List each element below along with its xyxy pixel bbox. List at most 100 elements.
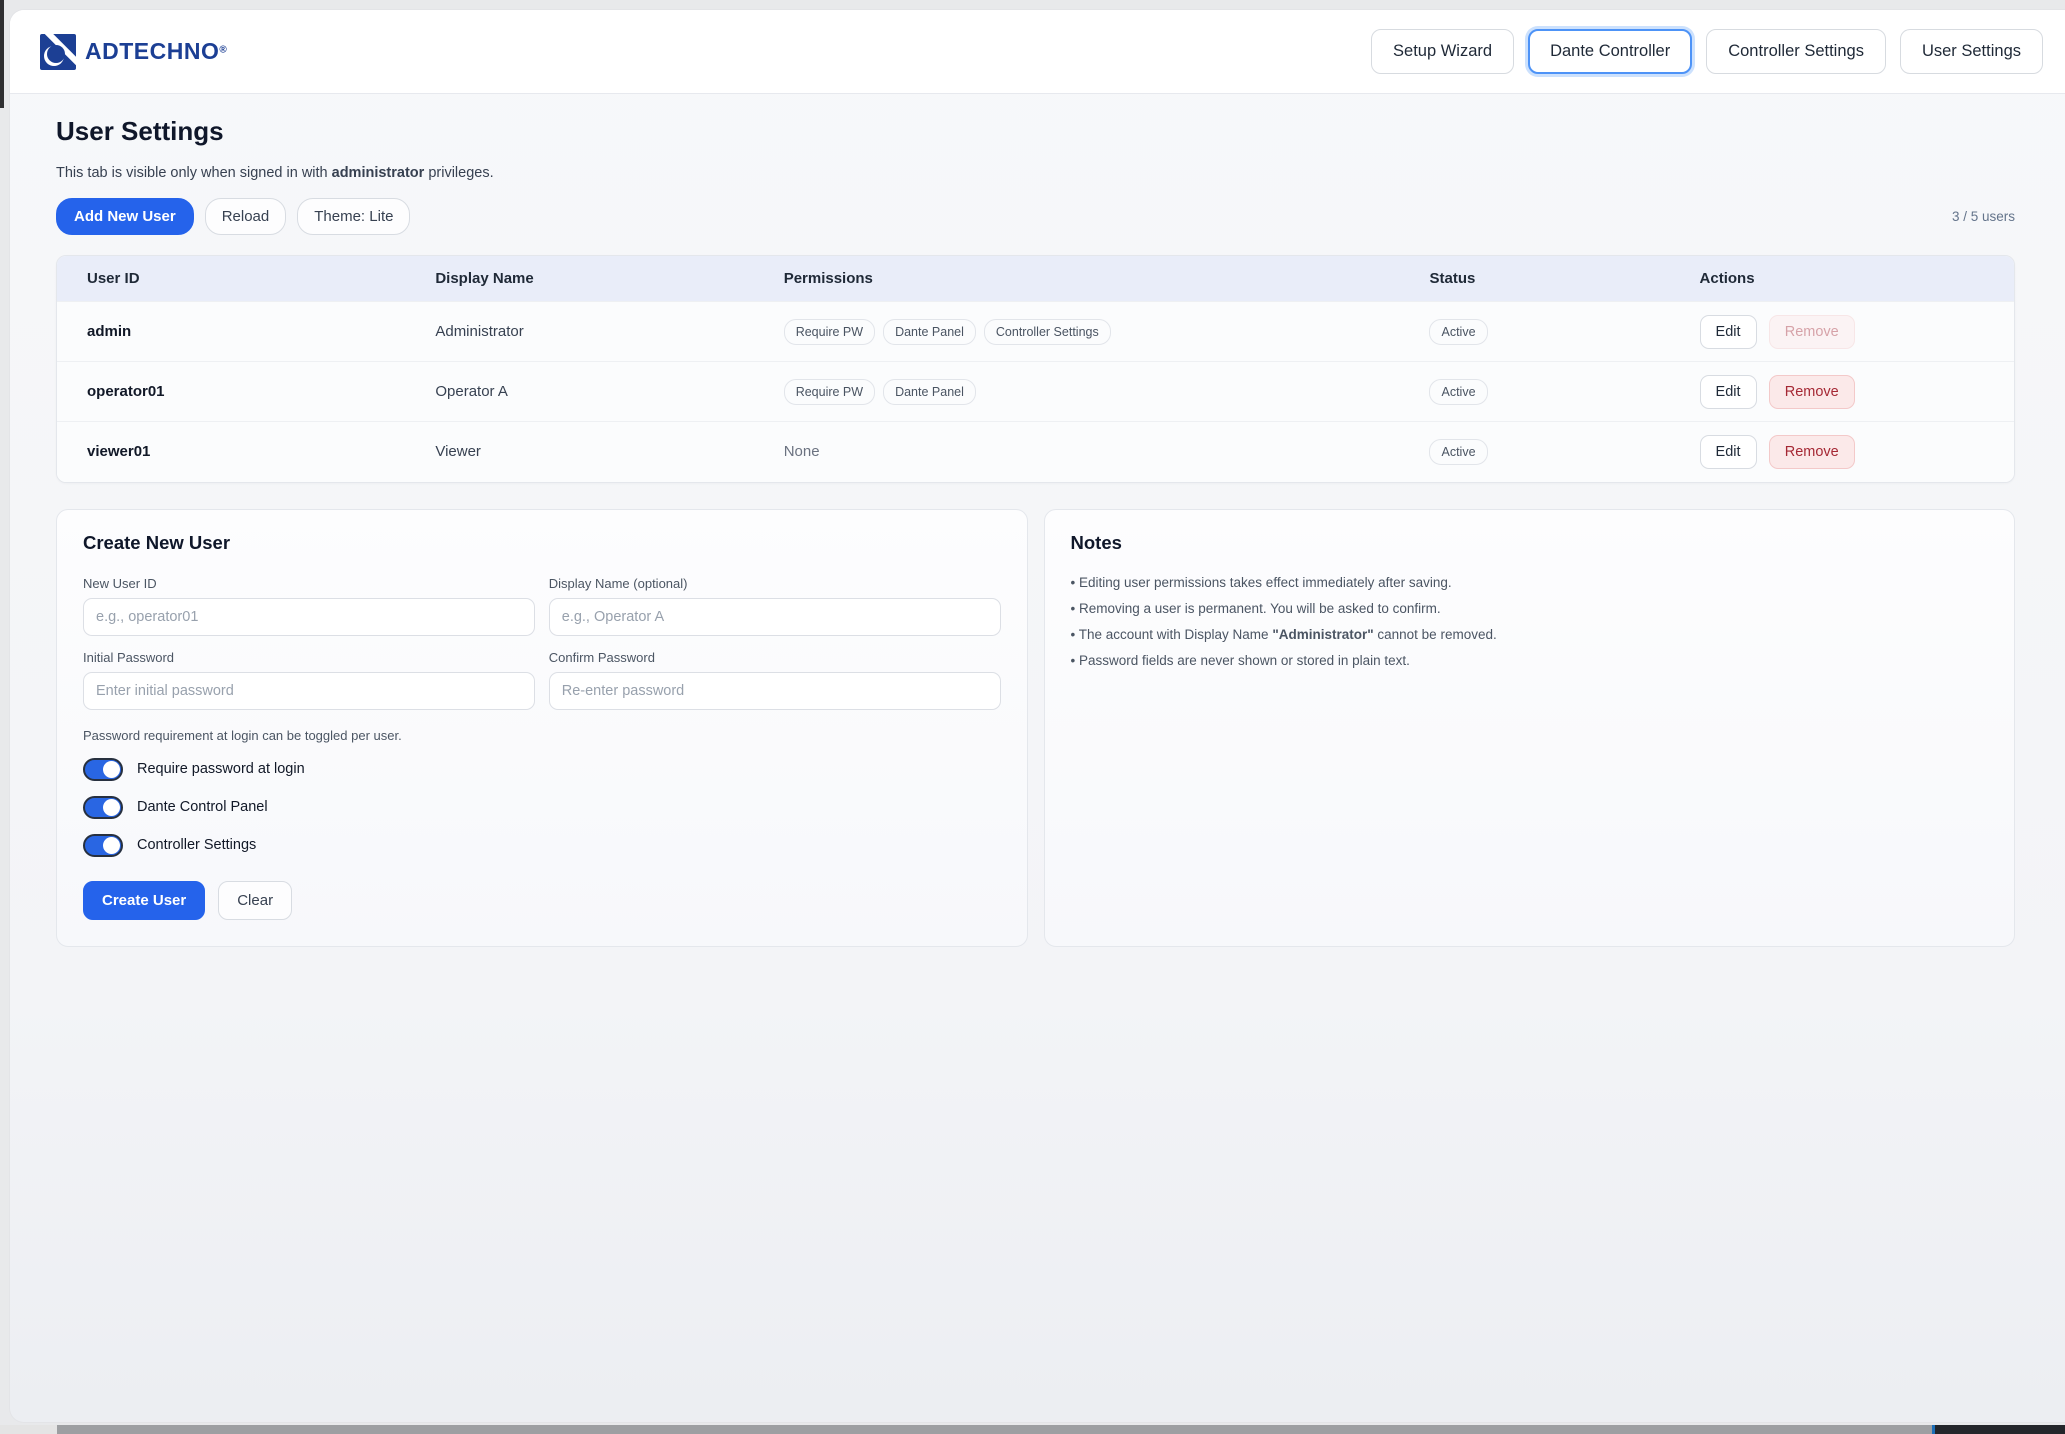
note-item: • Removing a user is permanent. You will… <box>1071 600 1989 618</box>
app-window: ADTECHNO® Setup Wizard Dante Controller Co… <box>10 10 2065 1422</box>
horizontal-scrollbar-thumb[interactable] <box>57 1425 1932 1434</box>
toggle-switch-controller-settings[interactable] <box>83 834 123 857</box>
users-table-card: User ID Display Name Permissions Status … <box>56 255 2015 483</box>
confirm-password-input[interactable] <box>549 672 1001 710</box>
column-header-user-id: User ID <box>57 256 405 302</box>
users-count: 3 / 5 users <box>1952 209 2015 224</box>
horizontal-scrollbar-track[interactable] <box>0 1425 2065 1434</box>
display-name-cell: Administrator <box>405 302 753 362</box>
status-cell: Active <box>1399 422 1669 482</box>
main-nav: Setup Wizard Dante Controller Controller S… <box>1371 29 2043 74</box>
permission-toggles: Require password at login Dante Control P… <box>83 758 1001 857</box>
new-user-id-label: New User ID <box>83 576 535 591</box>
page-title: User Settings <box>56 116 2015 147</box>
table-row: admin Administrator Require PW Dante Pane… <box>57 302 2014 362</box>
permission-badge: Require PW <box>784 379 875 405</box>
status-cell: Active <box>1399 362 1669 422</box>
actions-cell: Edit Remove <box>1670 362 2014 422</box>
notes-panel: Notes • Editing user permissions takes e… <box>1044 509 2016 947</box>
status-cell: Active <box>1399 302 1669 362</box>
remove-button[interactable]: Remove <box>1769 375 1855 409</box>
edit-button[interactable]: Edit <box>1700 435 1757 469</box>
column-header-status: Status <box>1399 256 1669 302</box>
create-new-user-panel: Create New User New User ID Display Name… <box>56 509 1028 947</box>
note-item: • Password fields are never shown or sto… <box>1071 652 1989 670</box>
edit-button[interactable]: Edit <box>1700 315 1757 349</box>
subtitle-prefix: This tab is visible only when signed in … <box>56 165 332 181</box>
permission-badge: Dante Panel <box>883 319 976 345</box>
nav-tab-setup-wizard[interactable]: Setup Wizard <box>1371 29 1514 74</box>
display-name-field-group: Display Name (optional) <box>549 576 1001 636</box>
nav-tab-user-settings[interactable]: User Settings <box>1900 29 2043 74</box>
remove-button: Remove <box>1769 315 1855 349</box>
reload-button[interactable]: Reload <box>205 198 287 235</box>
users-table: User ID Display Name Permissions Status … <box>57 256 2014 482</box>
window-edge-strip <box>0 0 4 108</box>
clear-button[interactable]: Clear <box>218 881 292 920</box>
status-badge: Active <box>1429 379 1487 405</box>
display-name-label: Display Name (optional) <box>549 576 1001 591</box>
create-actions: Create User Clear <box>83 881 1001 920</box>
column-header-actions: Actions <box>1670 256 2014 302</box>
nav-tab-dante-controller[interactable]: Dante Controller <box>1528 29 1692 74</box>
initial-password-input[interactable] <box>83 672 535 710</box>
brand-name: ADTECHNO® <box>85 38 227 65</box>
permission-badge: Controller Settings <box>984 319 1111 345</box>
display-name-cell: Viewer <box>405 422 753 482</box>
main-content: User Settings This tab is visible only w… <box>10 94 2065 947</box>
create-field-grid: New User ID Display Name (optional) Init… <box>83 576 1001 710</box>
permission-badge: Dante Panel <box>883 379 976 405</box>
create-panel-title: Create New User <box>83 532 1001 554</box>
status-badge: Active <box>1429 439 1487 465</box>
notes-list: • Editing user permissions takes effect … <box>1071 574 1989 671</box>
toggle-label: Require password at login <box>137 761 305 777</box>
column-header-display-name: Display Name <box>405 256 753 302</box>
toggles-caption: Password requirement at login can be tog… <box>83 728 1001 743</box>
permission-badge: Require PW <box>784 319 875 345</box>
edit-button[interactable]: Edit <box>1700 375 1757 409</box>
lower-panels: Create New User New User ID Display Name… <box>56 509 2015 947</box>
permissions-cell: Require PW Dante Panel <box>754 362 1400 422</box>
toggle-label: Dante Control Panel <box>137 799 268 815</box>
status-badge: Active <box>1429 319 1487 345</box>
user-id-cell: operator01 <box>57 362 405 422</box>
toggle-knob <box>103 761 120 778</box>
toggle-switch-require-password-at-login[interactable] <box>83 758 123 781</box>
initial-password-label: Initial Password <box>83 650 535 665</box>
create-user-button[interactable]: Create User <box>83 881 205 920</box>
scrollbar-corner <box>1932 1425 2065 1434</box>
remove-button[interactable]: Remove <box>1769 435 1855 469</box>
actions-cell: Edit Remove <box>1670 422 2014 482</box>
adtechno-logo-mark <box>40 34 76 70</box>
permissions-none-label: None <box>784 443 820 460</box>
user-id-cell: admin <box>57 302 405 362</box>
app-header: ADTECHNO® Setup Wizard Dante Controller Co… <box>10 10 2065 94</box>
toggle-row: Dante Control Panel <box>83 796 1001 819</box>
user-id-cell: viewer01 <box>57 422 405 482</box>
theme-toggle-button[interactable]: Theme: Lite <box>297 198 410 235</box>
note-item: • Editing user permissions takes effect … <box>1071 574 1989 592</box>
toggle-row: Controller Settings <box>83 834 1001 857</box>
display-name-cell: Operator A <box>405 362 753 422</box>
nav-tab-controller-settings[interactable]: Controller Settings <box>1706 29 1886 74</box>
new-user-id-input[interactable] <box>83 598 535 636</box>
display-name-input[interactable] <box>549 598 1001 636</box>
note-item: • The account with Display Name "Adminis… <box>1071 626 1989 644</box>
permissions-cell: None <box>754 422 1400 482</box>
actions-cell: Edit Remove <box>1670 302 2014 362</box>
table-row: viewer01 Viewer None Active Edit Remove <box>57 422 2014 482</box>
brand-logo: ADTECHNO® <box>40 34 227 70</box>
confirm-password-label: Confirm Password <box>549 650 1001 665</box>
toggle-switch-dante-control-panel[interactable] <box>83 796 123 819</box>
subtitle-suffix: privileges. <box>424 165 493 181</box>
subtitle-bold: administrator <box>332 165 425 181</box>
table-row: operator01 Operator A Require PW Dante Pa… <box>57 362 2014 422</box>
confirm-password-field-group: Confirm Password <box>549 650 1001 710</box>
toolbar: Add New User Reload Theme: Lite 3 / 5 us… <box>56 198 2015 235</box>
toggle-label: Controller Settings <box>137 837 256 853</box>
new-user-id-field-group: New User ID <box>83 576 535 636</box>
notes-title: Notes <box>1071 532 1989 554</box>
permissions-cell: Require PW Dante Panel Controller Settings <box>754 302 1400 362</box>
initial-password-field-group: Initial Password <box>83 650 535 710</box>
add-new-user-button[interactable]: Add New User <box>56 198 194 235</box>
